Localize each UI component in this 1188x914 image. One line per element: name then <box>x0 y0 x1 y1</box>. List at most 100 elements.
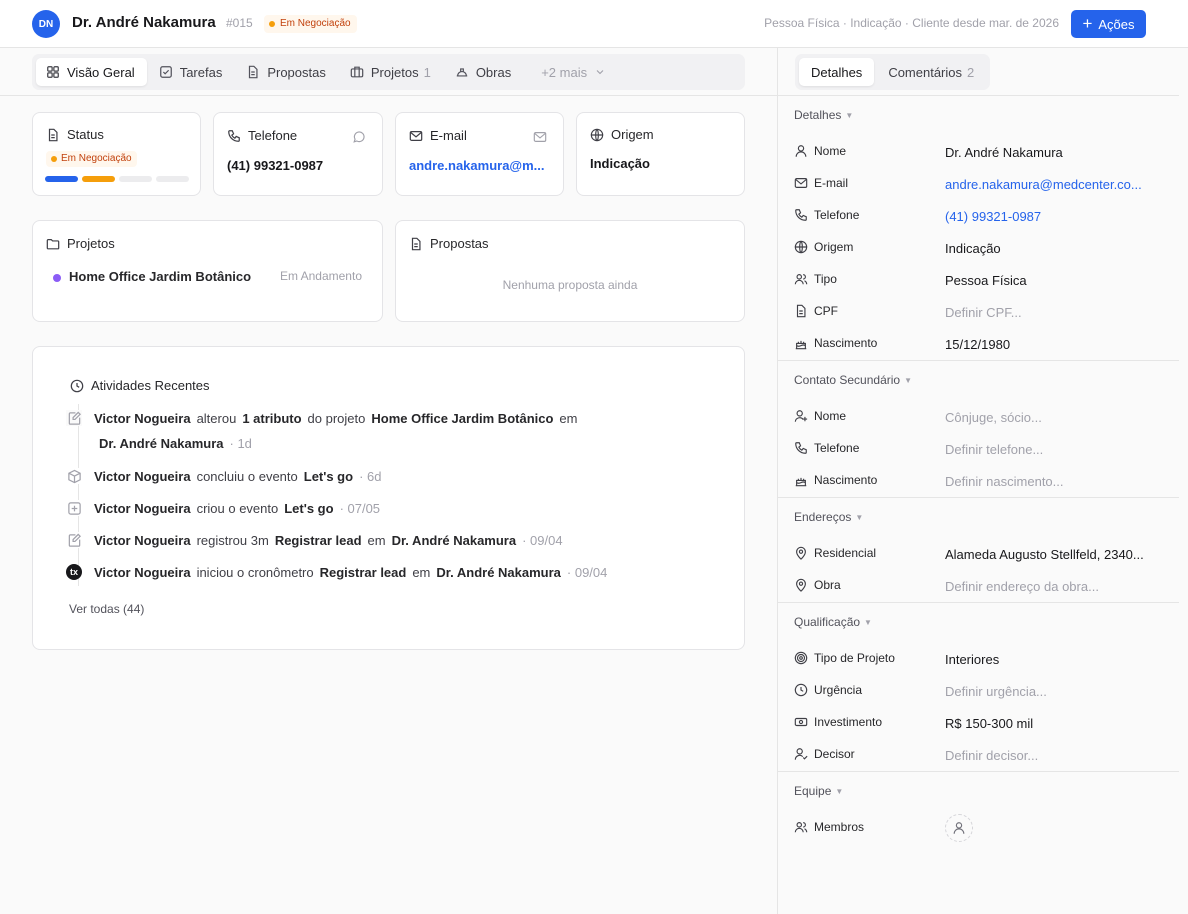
field-label-telefone-secundario: Telefone <box>794 441 859 455</box>
field-label-obra: Obra <box>794 578 841 592</box>
detail-tabs-bar: Detalhes Comentários 2 <box>778 48 1179 96</box>
activity-link[interactable]: Dr. André Nakamura <box>436 565 561 580</box>
add-member-button[interactable] <box>945 814 973 842</box>
activity-text: em <box>412 564 431 580</box>
globe-icon <box>590 128 604 141</box>
document-icon <box>411 237 421 250</box>
section-toggle-contato-secundario[interactable]: Contato Secundário ▼ <box>794 373 912 387</box>
field-value-tipo-projeto[interactable]: Interiores <box>945 652 999 667</box>
section-title: Endereços <box>794 510 852 524</box>
field-value-nome-secundario[interactable]: Cônjuge, sócio... <box>945 410 1042 425</box>
tab-tarefas[interactable]: Tarefas <box>149 58 235 86</box>
chat-icon[interactable] <box>352 130 366 144</box>
activity-actor[interactable]: Victor Nogueira <box>94 411 191 426</box>
field-value-obra[interactable]: Definir endereço da obra... <box>945 579 1099 594</box>
field-value-nascimento[interactable]: 15/12/1980 <box>945 337 1010 352</box>
section-toggle-qualificacao[interactable]: Qualificação ▼ <box>794 615 872 629</box>
tab-more[interactable]: +2 mais <box>531 58 618 86</box>
status-badge[interactable]: Em Negociação <box>264 15 357 33</box>
field-value-cpf[interactable]: Definir CPF... <box>945 305 1022 320</box>
see-all-link[interactable]: Ver todas (44) <box>69 602 144 616</box>
activity-link[interactable]: Let's go <box>284 501 333 516</box>
tab-projetos[interactable]: Projetos 1 <box>340 58 443 86</box>
activity-link[interactable]: Registrar lead <box>320 565 407 580</box>
hard-hat-icon <box>456 68 468 77</box>
activity-text: alterou <box>196 410 237 426</box>
field-value-residencial[interactable]: Alameda Augusto Stellfeld, 2340... <box>945 547 1144 562</box>
tab-propostas[interactable]: Propostas <box>236 58 338 86</box>
phone-icon <box>228 129 240 142</box>
activity-time: · 1d <box>229 436 252 451</box>
field-value-email[interactable]: andre.nakamura@medcenter.co... <box>945 177 1142 192</box>
field-value-investimento[interactable]: R$ 150-300 mil <box>945 716 1033 731</box>
activity-link[interactable]: Home Office Jardim Botânico <box>371 411 553 426</box>
field-value-origem[interactable]: Indicação <box>945 241 1001 256</box>
tab-label: Projetos <box>370 64 419 80</box>
field-value-nascimento-secundario[interactable]: Definir nascimento... <box>945 474 1064 489</box>
origin-card: Origem Indicação <box>576 112 745 196</box>
activity-item: Victor Nogueira criou o evento Let's go … <box>66 500 380 516</box>
field-label-tipo: Tipo <box>794 272 837 286</box>
activity-text: do projeto <box>307 410 366 426</box>
section-divider <box>778 497 1179 498</box>
field-label: Tipo de Projeto <box>814 651 895 665</box>
field-label: Nascimento <box>814 473 878 487</box>
tab-obras[interactable]: Obras <box>445 58 523 86</box>
card-title: Status <box>67 127 104 142</box>
cake-icon <box>795 340 807 350</box>
section-toggle-detalhes[interactable]: Detalhes ▼ <box>794 108 853 122</box>
avatar: DN <box>32 10 60 38</box>
field-value-nome[interactable]: Dr. André Nakamura <box>945 145 1063 160</box>
field-label: Membros <box>814 820 865 834</box>
project-item[interactable]: Home Office Jardim Botânico Em Andamento <box>53 269 369 287</box>
field-value-decisor[interactable]: Definir decisor... <box>945 748 1038 763</box>
tab-count: 1 <box>423 64 431 80</box>
activity-link[interactable]: Registrar lead <box>275 533 362 548</box>
checkbox-icon <box>159 66 172 78</box>
phone-icon <box>795 442 807 454</box>
actions-button[interactable]: + Ações <box>1071 10 1146 38</box>
box-icon <box>66 468 82 484</box>
field-value-urgencia[interactable]: Definir urgência... <box>945 684 1047 699</box>
section-toggle-enderecos[interactable]: Endereços ▼ <box>794 510 863 524</box>
plus-square-icon <box>66 500 82 516</box>
activity-actor[interactable]: Victor Nogueira <box>94 565 191 580</box>
activity-actor[interactable]: Victor Nogueira <box>94 501 191 516</box>
tab-visao-geral[interactable]: Visão Geral <box>36 58 147 86</box>
tx-icon-label: tx <box>69 567 78 577</box>
card-header: E-mail <box>409 128 467 143</box>
main-tabs: Visão Geral Tarefas Propostas Projetos 1… <box>32 54 745 90</box>
proposals-card: Propostas Nenhuma proposta ainda <box>395 220 745 322</box>
progress-step <box>119 176 152 182</box>
activity-item: tx Victor Nogueira iniciou o cronômetro … <box>66 564 607 580</box>
activity-link[interactable]: Let's go <box>304 469 353 484</box>
users-icon <box>794 274 808 285</box>
edit-icon <box>66 532 82 548</box>
field-value-telefone-secundario[interactable]: Definir telefone... <box>945 442 1043 457</box>
tab-detalhes[interactable]: Detalhes <box>799 58 875 86</box>
card-header: Atividades Recentes <box>70 378 210 393</box>
field-value-tipo[interactable]: Pessoa Física <box>945 273 1027 288</box>
section-toggle-equipe[interactable]: Equipe ▼ <box>794 784 843 798</box>
field-label-residencial: Residencial <box>794 546 876 560</box>
card-title: Atividades Recentes <box>91 378 210 393</box>
activity-link[interactable]: Dr. André Nakamura <box>99 436 224 451</box>
field-value-telefone[interactable]: (41) 99321-0987 <box>945 209 1041 224</box>
activity-text: em <box>367 532 386 548</box>
activity-time: · 6d <box>359 468 382 484</box>
activity-actor[interactable]: Victor Nogueira <box>94 533 191 548</box>
tab-comentarios[interactable]: Comentários 2 <box>876 58 986 86</box>
mail-icon[interactable] <box>533 130 547 144</box>
actions-label: Ações <box>1098 16 1135 32</box>
field-label-investimento: Investimento <box>794 715 882 729</box>
card-title: Telefone <box>248 128 298 143</box>
field-label-nome-secundario: Nome <box>794 409 846 423</box>
progress-step <box>45 176 78 182</box>
tab-count: 2 <box>967 64 975 80</box>
email-value[interactable]: andre.nakamura@m... <box>409 158 545 173</box>
field-label-nome: Nome <box>794 144 846 158</box>
caret-down-icon: ▼ <box>904 375 912 385</box>
card-header: Origem <box>590 127 654 142</box>
activity-actor[interactable]: Victor Nogueira <box>94 469 191 484</box>
activity-link[interactable]: Dr. André Nakamura <box>392 533 517 548</box>
